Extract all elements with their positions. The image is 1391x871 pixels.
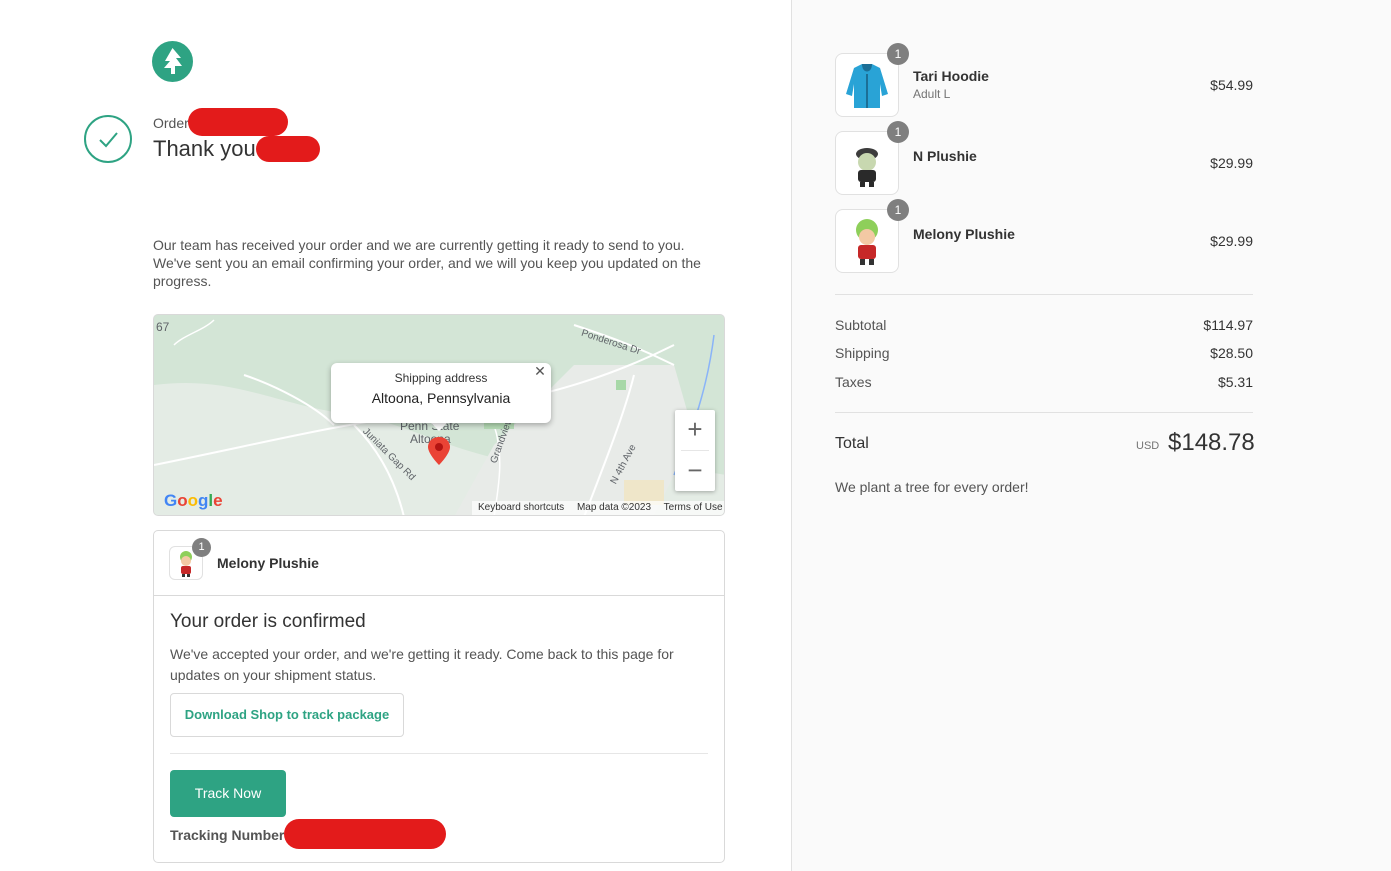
map-attribution: Keyboard shortcuts Map data ©2023 Terms … [472, 501, 724, 515]
shipping-value: $28.50 [1210, 345, 1253, 361]
total-value: $148.78 [1168, 429, 1255, 456]
zoom-in-button[interactable]: + [675, 410, 715, 450]
order-number-label: Order [153, 115, 189, 131]
product-thumbnail [835, 209, 899, 273]
subtotal-label: Subtotal [835, 317, 887, 333]
checkout-thank-you-page: Order Thank you Our team has received yo… [0, 0, 1391, 871]
google-logo[interactable]: Google [164, 491, 223, 511]
redacted-tracking-number [284, 819, 446, 849]
card-header: 1 Melony Plushie [154, 531, 724, 596]
popup-address: Altoona, Pennsylvania [371, 390, 511, 406]
shipping-row: Shipping $28.50 [835, 345, 1253, 363]
product-thumbnail [835, 131, 899, 195]
popup-tail [430, 422, 448, 431]
order-confirmed-message: We've accepted your order, and we're get… [170, 646, 674, 683]
taxes-label: Taxes [835, 374, 872, 390]
map-data-text: Map data ©2023 [576, 502, 652, 513]
order-confirmed-heading: Your order is confirmed [170, 611, 366, 632]
item-price: $29.99 [1210, 233, 1253, 249]
summary-divider [835, 294, 1253, 295]
popup-label: Shipping address [394, 371, 488, 385]
total-label: Total [835, 435, 869, 452]
summary-divider [835, 412, 1253, 413]
item-name: Tari Hoodie [913, 68, 989, 84]
quantity-badge: 1 [192, 538, 211, 557]
order-status-card: 1 Melony Plushie Your order is confirmed… [153, 530, 725, 863]
close-icon[interactable]: ✕ [533, 364, 547, 378]
item-variant: Adult L [913, 87, 951, 101]
item-name: N Plushie [913, 148, 977, 164]
shipping-map[interactable]: 67 Ponderosa Dr Penn State Altoona Junia… [153, 314, 725, 516]
subtotal-value: $114.97 [1203, 317, 1253, 333]
shipping-label: Shipping [835, 345, 890, 361]
confirmation-message: Our team has received your order and we … [153, 237, 701, 289]
zoom-out-button[interactable]: − [675, 451, 715, 491]
map-label-route-67: 67 [156, 320, 170, 334]
taxes-value: $5.31 [1217, 374, 1253, 390]
main-panel: Order Thank you Our team has received yo… [0, 0, 791, 871]
subtotal-row: Subtotal $114.97 [835, 317, 1253, 335]
download-shop-button[interactable]: Download Shop to track package [170, 693, 404, 737]
thank-you-heading: Thank you [153, 136, 256, 161]
tracking-number-label: Tracking Number: [170, 827, 290, 843]
order-summary-panel: 1 Tari Hoodie Adult L $54.99 1 N Plushie… [791, 0, 1391, 871]
quantity-badge: 1 [887, 43, 909, 65]
card-divider [170, 753, 708, 754]
tree-logo-icon[interactable] [152, 41, 193, 82]
item-price: $54.99 [1210, 77, 1253, 93]
redacted-customer-name [256, 136, 320, 162]
card-item-name: Melony Plushie [217, 555, 319, 571]
shipping-address-popup: Shipping address Altoona, Pennsylvania ✕ [331, 363, 551, 423]
tree-note: We plant a tree for every order! [835, 479, 1029, 495]
taxes-row: Taxes $5.31 [835, 374, 1253, 392]
zoom-controls: + − [675, 410, 715, 491]
location-pin-icon[interactable] [424, 435, 454, 475]
item-name: Melony Plushie [913, 226, 1015, 242]
track-now-button[interactable]: Track Now [170, 770, 286, 817]
product-thumbnail [835, 53, 899, 117]
redacted-order-number [188, 108, 288, 136]
quantity-badge: 1 [887, 199, 909, 221]
checkmark-icon [84, 115, 132, 163]
terms-of-use-link[interactable]: Terms of Use [664, 502, 723, 513]
currency-code: USD [1136, 440, 1160, 452]
summary-item: 1 Tari Hoodie Adult L $54.99 [835, 43, 1253, 117]
keyboard-shortcuts-link[interactable]: Keyboard shortcuts [478, 502, 564, 513]
quantity-badge: 1 [887, 121, 909, 143]
item-price: $29.99 [1210, 155, 1253, 171]
summary-item: 1 Melony Plushie $29.99 [835, 199, 1253, 273]
summary-item: 1 N Plushie $29.99 [835, 121, 1253, 195]
